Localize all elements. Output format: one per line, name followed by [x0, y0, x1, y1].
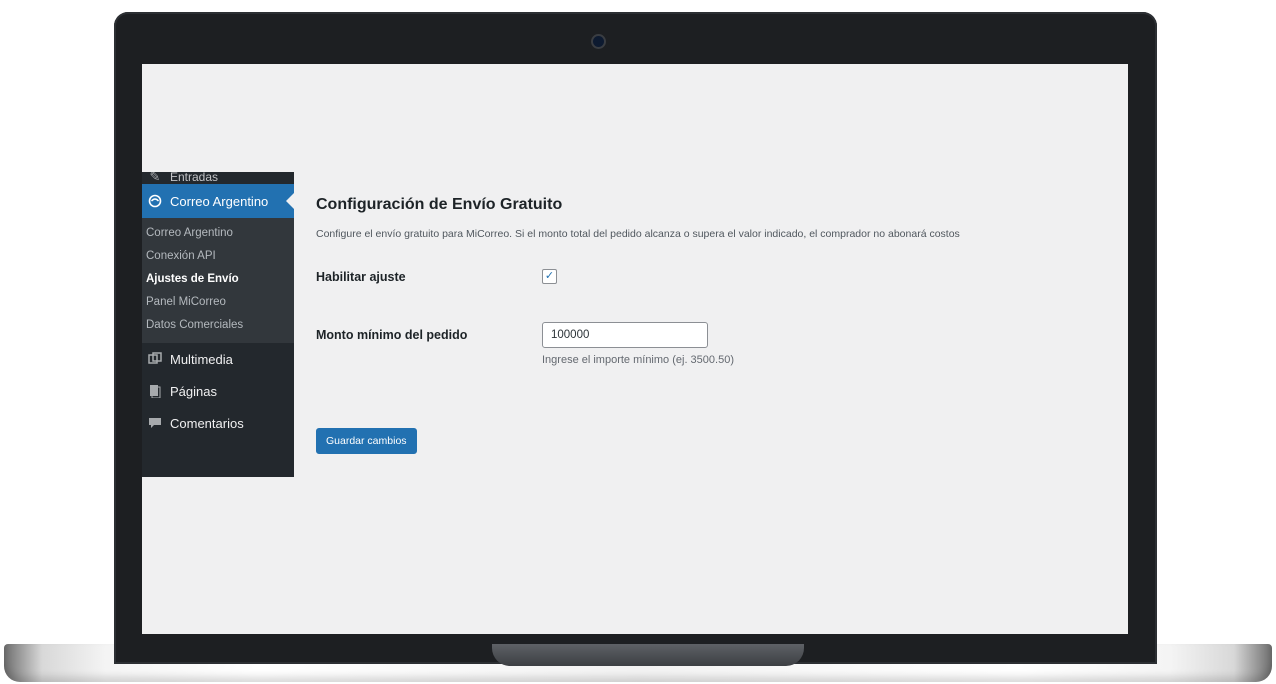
submenu-item-ajustes-envio[interactable]: Ajustes de Envío: [142, 268, 294, 291]
page-description: Configure el envío gratuito para MiCorre…: [316, 228, 960, 240]
min-amount-input[interactable]: [542, 322, 708, 348]
min-amount-hint: Ingrese el importe mínimo (ej. 3500.50): [542, 354, 734, 366]
laptop-notch: [492, 644, 804, 666]
webcam: [593, 36, 604, 47]
comments-icon: [148, 416, 162, 430]
sidebar-item-entradas[interactable]: ✎ Entradas: [142, 172, 294, 184]
admin-sidebar: ✎ Entradas Correo Argentino Correo Argen…: [142, 172, 294, 477]
sidebar-item-multimedia[interactable]: Multimedia: [142, 343, 294, 375]
sidebar-item-label: Páginas: [170, 383, 217, 399]
media-icon: [148, 352, 162, 366]
screen: ✎ Entradas Correo Argentino Correo Argen…: [142, 64, 1128, 634]
save-button[interactable]: Guardar cambios: [316, 428, 417, 454]
pin-icon: ✎: [149, 172, 161, 184]
pages-icon: [148, 384, 162, 398]
checkmark-icon: ✓: [544, 270, 555, 282]
sidebar-submenu: Correo Argentino Conexión API Ajustes de…: [142, 218, 294, 343]
submenu-item-datos-comerciales[interactable]: Datos Comerciales: [142, 314, 294, 337]
enable-setting-label: Habilitar ajuste: [316, 270, 406, 284]
correo-argentino-icon: [148, 194, 162, 208]
sidebar-item-paginas[interactable]: Páginas: [142, 375, 294, 407]
sidebar-item-label: Multimedia: [170, 351, 233, 367]
submenu-item-panel-micorreo[interactable]: Panel MiCorreo: [142, 291, 294, 314]
min-amount-label: Monto mínimo del pedido: [316, 328, 468, 342]
enable-setting-checkbox[interactable]: ✓: [542, 269, 557, 284]
enable-setting-row: Habilitar ajuste ✓: [316, 269, 1126, 328]
sidebar-item-comentarios[interactable]: Comentarios: [142, 407, 294, 439]
sidebar-item-label: Entradas: [170, 172, 219, 184]
sidebar-item-label: Correo Argentino: [170, 193, 269, 209]
submenu-item-conexion-api[interactable]: Conexión API: [142, 245, 294, 268]
sidebar-item-label: Comentarios: [170, 415, 244, 431]
settings-content: Configuración de Envío Gratuito Configur…: [316, 196, 1126, 454]
min-amount-row: Monto mínimo del pedido Ingrese el impor…: [316, 322, 1126, 368]
page-title: Configuración de Envío Gratuito: [316, 196, 563, 213]
sidebar-item-correo-argentino[interactable]: Correo Argentino: [142, 184, 294, 218]
submenu-item-correo-argentino[interactable]: Correo Argentino: [142, 222, 294, 245]
